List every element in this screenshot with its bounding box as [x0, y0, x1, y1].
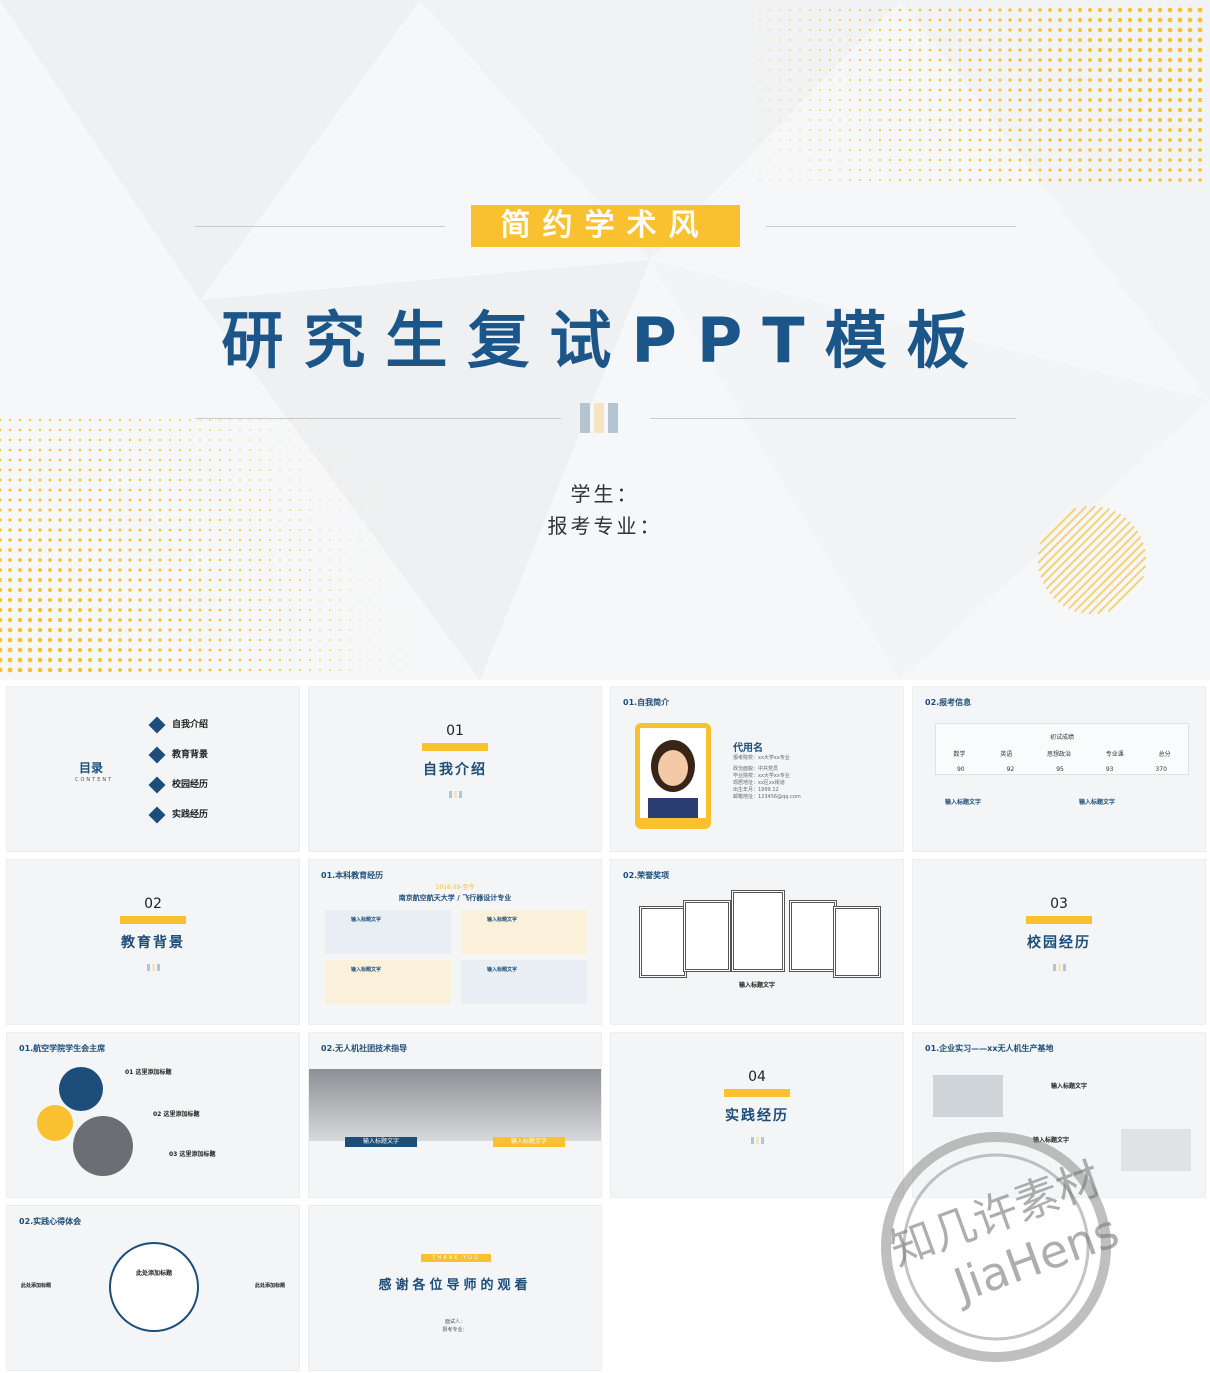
- divider-right-2: [650, 418, 1016, 419]
- divider-right: [766, 226, 1016, 227]
- exam-block-b: 输入标题文字: [1079, 799, 1116, 806]
- main-title: 研究生复试PPT模板: [221, 304, 989, 377]
- edu-card-2: 输入标题文字: [461, 910, 587, 954]
- slide-practice-2[interactable]: 02.实践心得体会 此处添加标题 此处添加标题 此处添加标题: [6, 1205, 300, 1371]
- slide-exam[interactable]: 02.报考信息 初试成绩 数学 英语 思想政治 专业课 总分 90 92 95 93 370 输…: [912, 686, 1206, 852]
- toc-subtitle: CONTENT: [75, 777, 114, 783]
- slide-intro[interactable]: 01.自我简介 代用名 报考院校：xx大学xx专业 政治面貌：中共党员 毕业院校…: [610, 686, 904, 852]
- name: 代用名: [733, 743, 763, 754]
- slide-header: 02.报考信息: [925, 698, 972, 707]
- slide-thanks[interactable]: THANK YOU 感谢各位导师的观看 面试人： 报考专业：: [308, 1205, 602, 1371]
- intro-lines: 报考院校：xx大学xx专业 政治面貌：中共党员 毕业院校：xx大学xx专业 现居…: [733, 755, 801, 800]
- major-label: 报考专业：: [547, 514, 663, 538]
- decor-bars: [580, 403, 622, 437]
- divider-left: [195, 226, 445, 227]
- thanks-en: THANK YOU: [421, 1254, 491, 1262]
- edu-school: 南京航空航天大学 / 飞行器设计专业: [398, 894, 512, 902]
- slide-education[interactable]: 01.本科教育经历 2016.09-至今 南京航空航天大学 / 飞行器设计专业 …: [308, 859, 602, 1025]
- slide-campus-2[interactable]: 02.无人机社团技术指导 输入标题文字 输入标题文字: [308, 1032, 602, 1198]
- slide-header: 01.自我简介: [623, 698, 670, 707]
- slide-part-1[interactable]: 01 自我介绍: [308, 686, 602, 852]
- campus-item-2: 02 这里添加标题: [153, 1111, 200, 1118]
- certificate-2: [683, 900, 731, 972]
- part-2: 02 教育背景: [7, 896, 299, 975]
- presenter-info: 学生： 报考专业：: [0, 478, 1210, 542]
- certificate-1: [639, 906, 687, 978]
- campus2-label-b: 输入标题文字: [493, 1137, 565, 1147]
- center-circle: 此处添加标题: [109, 1242, 199, 1332]
- score-table: 初试成绩 数学 英语 思想政治 专业课 总分 90 92 95 93 370: [935, 723, 1189, 775]
- thanks-title: 感谢各位导师的观看: [378, 1278, 532, 1293]
- student-label: 学生：: [570, 482, 640, 506]
- side-label-2: 此处添加标题: [255, 1283, 286, 1289]
- edu-card-1: 输入标题文字: [325, 910, 451, 954]
- slide-part-2[interactable]: 02 教育背景: [6, 859, 300, 1025]
- slide-toc[interactable]: 目录 CONTENT 自我介绍 教育背景 校园经历 实践经历: [6, 686, 300, 852]
- gears-icon: [37, 1067, 133, 1176]
- edu-date: 2016.09-至今: [435, 884, 475, 891]
- thanks-line-2: 报考专业：: [442, 1327, 468, 1333]
- toc-item-1: 自我介绍: [148, 716, 208, 733]
- certificate-4: [789, 900, 837, 972]
- campus-item-1: 01 这里添加标题: [125, 1069, 172, 1076]
- style-tag: 简约学术风: [471, 205, 740, 247]
- slide-header: 01.航空学院学生会主席: [19, 1044, 106, 1053]
- slide-awards[interactable]: 02.荣誉奖项 输入标题文字: [610, 859, 904, 1025]
- toc-item-4: 实践经历: [148, 806, 208, 823]
- toc-item-3: 校园经历: [148, 776, 208, 793]
- slide-header: 01.本科教育经历: [321, 871, 384, 880]
- edu-card-3: 输入标题文字: [325, 960, 451, 1004]
- slide-part-3[interactable]: 03 校园经历: [912, 859, 1206, 1025]
- watermark-stamp: 知几许素材 JiaHens: [846, 1087, 1166, 1367]
- slide-header: 02.无人机社团技术指导: [321, 1044, 408, 1053]
- slide-header: 01.企业实习——xx无人机生产基地: [925, 1044, 1054, 1053]
- drone-image: [309, 1069, 601, 1141]
- photo-frame: [635, 723, 711, 829]
- part-1: 01 自我介绍: [309, 723, 601, 802]
- slide-header: 02.荣誉奖项: [623, 871, 670, 880]
- avatar: [640, 728, 706, 818]
- slide-header: 02.实践心得体会: [19, 1217, 82, 1226]
- hero-slide: 简约学术风 研究生复试PPT模板 学生： 报考专业：: [0, 0, 1210, 680]
- certificate-5: [833, 906, 881, 978]
- divider-left-2: [195, 418, 561, 419]
- certificate-3: [731, 890, 785, 972]
- campus2-label-a: 输入标题文字: [345, 1137, 417, 1147]
- toc-title: 目录: [79, 761, 104, 775]
- campus-item-3: 03 这里添加标题: [169, 1151, 216, 1158]
- exam-block-a: 输入标题文字: [945, 799, 982, 806]
- side-label-1: 此处添加标题: [21, 1283, 52, 1289]
- edu-card-4: 输入标题文字: [461, 960, 587, 1004]
- award-caption: 输入标题文字: [738, 982, 775, 989]
- part-3: 03 校园经历: [913, 896, 1205, 975]
- thanks-line-1: 面试人：: [444, 1319, 465, 1325]
- toc-item-2: 教育背景: [148, 746, 208, 763]
- slide-campus-1[interactable]: 01.航空学院学生会主席 01 这里添加标题 02 这里添加标题 03 这里添加…: [6, 1032, 300, 1198]
